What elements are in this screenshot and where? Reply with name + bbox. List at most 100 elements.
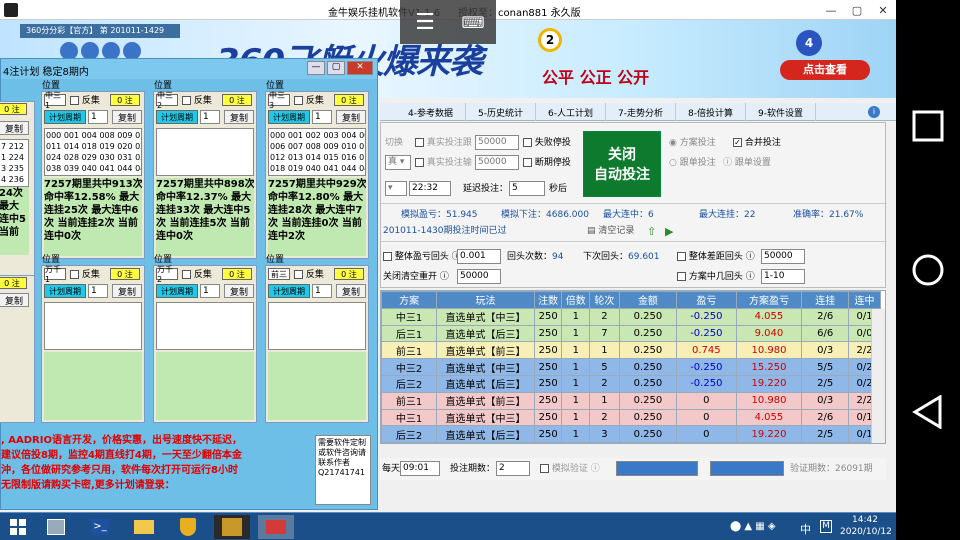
fanji-checkbox[interactable]: 反集 [70, 95, 100, 107]
table-row[interactable]: 前三1 直选单式【前三】 250 1 1 0.250 0.745 10.980 0/3 2/2 [381, 341, 881, 360]
fanji-checkbox[interactable]: 反集 [70, 269, 100, 281]
fanji-checkbox[interactable]: 反集 [294, 95, 324, 107]
fail-stop-checkbox[interactable]: 失败停投 [523, 137, 571, 149]
copy-button[interactable]: 复制 [336, 110, 366, 124]
clear-log-button[interactable]: ▤ 清空记录 [587, 225, 634, 237]
planner-close-button[interactable]: ✕ [347, 61, 373, 75]
period-input[interactable]: 1 [312, 110, 332, 124]
col-header[interactable]: 连中 [848, 291, 881, 309]
home-button[interactable] [896, 240, 960, 300]
powershell-icon[interactable]: >_ [82, 515, 118, 539]
tab-multiplier[interactable]: 8-倍投计算 [676, 103, 746, 121]
position-tag[interactable]: 中三1 [44, 91, 66, 110]
start-button[interactable] [0, 515, 36, 539]
position-tag[interactable]: 中三3 [268, 91, 290, 110]
close-button[interactable]: ✕ [872, 2, 894, 18]
position-tag[interactable]: 前三 [268, 268, 290, 280]
recent-apps-button[interactable] [896, 96, 960, 156]
delay-input[interactable]: 5 [509, 181, 545, 196]
partial-copy-button-2[interactable]: 复制 [0, 293, 29, 307]
copy-button[interactable]: 复制 [224, 110, 254, 124]
col-header[interactable]: 方案 [381, 291, 438, 309]
tray-icons[interactable]: ⬤ ▲ ▦ ◈ [730, 521, 800, 535]
planner-app-icon[interactable] [258, 515, 294, 539]
copy-button[interactable]: 复制 [224, 284, 254, 298]
tab-trend[interactable]: 7-走势分析 [606, 103, 676, 121]
col-header[interactable]: 连挂 [801, 291, 850, 309]
period-input[interactable]: 1 [200, 284, 220, 298]
col-header[interactable]: 方案盈亏 [735, 291, 803, 309]
position-tag[interactable]: 中三2 [156, 91, 178, 110]
col-header[interactable]: 注数 [533, 291, 563, 309]
planner-maximize-button[interactable]: ▢ [327, 61, 345, 75]
upload-icon[interactable]: ⇧ [647, 225, 656, 238]
table-scrollbar[interactable] [871, 309, 885, 443]
clock-date[interactable]: 2020/10/12 [840, 527, 892, 537]
scheme-bet-radio[interactable]: ◉ 方案投注 [669, 137, 716, 149]
ime-indicator[interactable]: 中 [800, 521, 811, 537]
golden-bull-app-icon[interactable] [214, 515, 250, 539]
scheme-table-container[interactable]: 方案 玩法 注数 倍数 轮次 金额 盈亏 方案盈亏 连挂 连中 中三1 直选单式【… [380, 290, 886, 444]
overall-back-input[interactable]: 0.001 [457, 249, 501, 264]
table-row[interactable]: 后三2 直选单式【后三】 250 1 3 0.250 0 19.220 2/5 0/1 [381, 425, 881, 443]
tab-settings[interactable]: 9-软件设置 [746, 103, 816, 121]
auto-bet-toggle-button[interactable]: 关闭 自动投注 [583, 131, 661, 197]
table-row[interactable]: 中三1 直选单式【中三】 250 1 2 0.250 0 4.055 2/6 0/1 [381, 408, 881, 427]
col-header[interactable]: 倍数 [561, 291, 591, 309]
minimize-button[interactable]: — [820, 2, 842, 18]
real-bet-label[interactable]: 真实投注跟 [415, 137, 472, 149]
period-input[interactable]: 1 [200, 110, 220, 124]
position-tag[interactable]: 万千1 [44, 265, 66, 284]
close-clear-input[interactable]: 50000 [457, 269, 501, 284]
tab-history[interactable]: 5-历史统计 [466, 103, 536, 121]
col-header[interactable]: 玩法 [436, 291, 535, 309]
sim-verify-checkbox[interactable]: 模拟验证 ⓘ [540, 463, 600, 475]
copy-button[interactable]: 复制 [112, 284, 142, 298]
fanji-checkbox[interactable]: 反集 [182, 95, 212, 107]
shield-icon[interactable] [170, 515, 206, 539]
partial-copy-button[interactable]: 复制 [0, 121, 29, 135]
col-header[interactable]: 金额 [618, 291, 678, 309]
table-row[interactable]: 中三2 直选单式【中三】 250 1 5 0.250 -0.250 15.250 5/5 0/2 [381, 358, 881, 376]
back-button[interactable] [896, 382, 960, 442]
fanji-checkbox[interactable]: 反集 [182, 269, 212, 281]
banner-cta-button[interactable]: 点击查看 [780, 60, 870, 80]
scheme-back-input[interactable]: 1-10 [761, 269, 805, 284]
period-input[interactable]: 1 [88, 110, 108, 124]
follow-bet-radio[interactable]: ○ 跟单投注 [669, 157, 716, 169]
period-input[interactable]: 1 [88, 284, 108, 298]
disconnect-stop-checkbox[interactable]: 断期停投 [523, 157, 571, 169]
daily-time-input[interactable]: 09:01 [400, 461, 440, 476]
mode-select[interactable]: 真 ▾ [385, 155, 411, 170]
maximize-button[interactable]: ▢ [846, 2, 868, 18]
clock-time[interactable]: 14:42 [852, 515, 878, 525]
col-header[interactable]: 轮次 [589, 291, 620, 309]
date-select[interactable]: ▾ [385, 181, 407, 196]
explorer-icon[interactable] [126, 515, 162, 539]
copy-button[interactable]: 复制 [112, 110, 142, 124]
keyboard-icon[interactable]: ⌨ [450, 0, 496, 44]
overall-diff-checkbox[interactable]: 整体差距回头 ⓘ [677, 251, 755, 263]
merge-bet-checkbox[interactable]: ✓ 合并投注 [733, 137, 781, 149]
m-indicator[interactable]: M [820, 520, 832, 533]
amount1-input[interactable]: 50000 [475, 135, 519, 150]
position-tag[interactable]: 万千2 [156, 265, 178, 284]
planner-minimize-button[interactable]: — [307, 61, 325, 75]
scheme-back-checkbox[interactable]: 方案中几回头 ⓘ [677, 271, 755, 283]
help-icon[interactable]: i [868, 106, 880, 118]
period-input[interactable]: 1 [312, 284, 332, 298]
copy-button[interactable]: 复制 [336, 284, 366, 298]
table-row[interactable]: 前三1 直选单式【前三】 250 1 1 0.250 0 10.980 0/3 2/2 [381, 391, 881, 410]
real-bet2-label[interactable]: 真实投注输 [415, 157, 472, 169]
amount2-input[interactable]: 50000 [475, 155, 519, 170]
verify-end-select[interactable] [710, 461, 784, 476]
bet-periods-input[interactable]: 2 [496, 461, 530, 476]
tab-manual-plan[interactable]: 6-人工计划 [536, 103, 606, 121]
overall-back-checkbox[interactable]: 整体盈亏回头 ⓘ [383, 251, 461, 263]
play-icon[interactable]: ▶ [665, 225, 673, 238]
tab-reference[interactable]: 4-参考数据 [396, 103, 466, 121]
time-input[interactable]: 22:32 [409, 181, 451, 196]
table-row[interactable]: 后三1 直选单式【后三】 250 1 7 0.250 -0.250 9.040 6/6 0/0 [381, 324, 881, 343]
overall-diff-input[interactable]: 50000 [761, 249, 805, 264]
single-setting-link[interactable]: ⓘ 跟单设置 [723, 157, 771, 169]
